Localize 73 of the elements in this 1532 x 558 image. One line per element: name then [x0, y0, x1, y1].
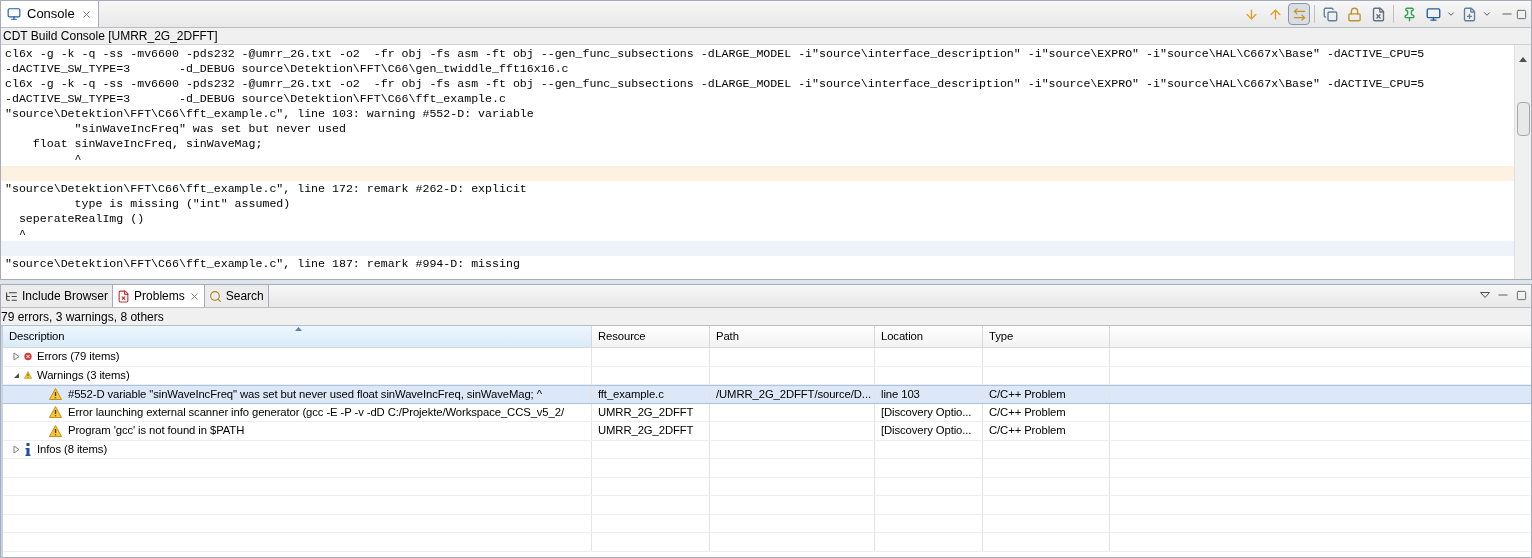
pages-icon: [1322, 6, 1338, 22]
expand-arrow-icon[interactable]: [13, 444, 20, 454]
problem-description: Error launching external scanner info generator (gcc -E -P -v -dD C:/Projekte/Workspace_CCS_v5_2/: [68, 404, 564, 420]
table-cell-text: [Discovery Optio...: [881, 404, 972, 420]
problem-description: #552-D variable "sinWaveIncFreq" was set but never used float sinWaveIncFreq, sinWaveMag; ^: [68, 386, 542, 402]
column-header[interactable]: Resource: [592, 326, 710, 347]
expand-arrow-icon[interactable]: [13, 352, 20, 362]
collapse-arrow-icon[interactable]: [13, 371, 20, 379]
table-cell-text: /UMRR_2G_2DFFT/source/D...: [716, 386, 871, 402]
scroll-up-icon[interactable]: [1519, 57, 1527, 62]
table-cell-text: C/C++ Problem: [989, 423, 1066, 439]
dropdown-caret-icon[interactable]: [1446, 9, 1456, 19]
table-cell-text: C/C++ Problem: [989, 386, 1066, 402]
close-icon[interactable]: [188, 290, 200, 302]
info-icon: [25, 442, 31, 456]
close-icon[interactable]: [80, 8, 92, 20]
column-header[interactable]: Type: [983, 326, 1110, 347]
file-x-icon: [1370, 6, 1386, 22]
console-line: ^: [73, 151, 83, 166]
dropdown-caret-icon[interactable]: [1482, 9, 1492, 19]
warning-icon: [49, 388, 62, 401]
console-line: -dACTIVE_SW_TYPE=3 -d_DEBUG source\Detektion\FFT\C66\fft_example.c: [4, 91, 507, 106]
console-tab[interactable]: Console: [1, 1, 99, 27]
table-cell-text: line 103: [881, 386, 920, 402]
console-line: cl6x -g -k -q -ss -mv6600 -pds232 -@umrr_2G.txt -o2 -fr obj -fs asm -ft obj --gen_func_subsections -dLARGE_MODEL -i"source\interface_description" -i"source\EXPRO" -i"source\HAL\C667x\Base" -dACTIVE_CPU=5: [4, 46, 1426, 61]
table-cell-text: UMRR_2G_2DFFT: [598, 404, 694, 420]
search-icon: [208, 289, 222, 303]
console-line: cl6x -g -k -q -ss -mv6600 -pds232 -@umrr_2G.txt -o2 -fr obj -fs asm -ft obj --gen_func_subsections -dLARGE_MODEL -i"source\interface_description" -i"source\EXPRO" -i"source\HAL\C667x\Base" -dACTIVE_CPU=5: [4, 76, 1426, 91]
arrows-icon: [1291, 6, 1307, 22]
view-tab[interactable]: Problems: [113, 285, 205, 307]
table-row[interactable]: Error launching external scanner info generator (gcc -E -P -v -dD C:/Projekte/Workspace_CCS_v5_2/ UMRR_2G_2DFFT [Discovery Optio... C/C++ Problem: [3, 403, 1531, 422]
warning-icon: [49, 424, 62, 437]
column-header[interactable]: Path: [710, 326, 875, 347]
table-row[interactable]: #552-D variable "sinWaveIncFreq" was set but never used float sinWaveIncFreq, sinWaveMag; ^ fft_example.c /UMRR_2G_2DFFT/source/D... line 103 C/C++ Problem: [3, 385, 1531, 404]
table-cell-text: UMRR_2G_2DFFT: [598, 423, 694, 439]
view-tab[interactable]: Search: [204, 285, 269, 307]
group-label: Warnings (3 items): [37, 367, 130, 383]
table-cell-text: fft_example.c: [598, 386, 664, 402]
group-label: Errors (79 items): [37, 349, 120, 365]
pin-icon: [1401, 6, 1417, 22]
console-line: seperateRealImg (): [17, 211, 146, 226]
console-title: CDT Build Console [UMRR_2G_2DFFT]: [3, 28, 218, 45]
scrollbar-thumb[interactable]: [1516, 102, 1530, 136]
warning-icon: [49, 406, 62, 419]
problems-summary: 79 errors, 3 warnings, 8 others: [1, 308, 164, 326]
console-line: "source\Detektion\FFT\C66\fft_example.c", line 172: remark #262-D: explicit: [4, 181, 528, 196]
list-icon: [5, 289, 18, 303]
view-tab[interactable]: Include Browser: [1, 285, 114, 307]
column-header[interactable]: Description: [3, 326, 592, 347]
column-header[interactable]: Location: [875, 326, 983, 347]
lock-icon: [1346, 6, 1362, 22]
console-line: ^: [17, 226, 27, 241]
table-cell-text: C/C++ Problem: [989, 404, 1066, 420]
table-row[interactable]: Infos (8 items): [3, 440, 1531, 459]
problem-description: Program 'gcc' is not found in $PATH: [68, 423, 245, 439]
file-plus-icon: [1461, 6, 1477, 22]
console-line: type is missing ("int" assumed): [73, 196, 292, 211]
view-menu-icon[interactable]: [1480, 292, 1490, 298]
console-line: "source\Detektion\FFT\C66\fft_example.c", line 103: warning #552-D: variable: [4, 106, 535, 121]
console-line: "source\Detektion\FFT\C66\fft_example.c", line 187: remark #994-D: missing: [4, 256, 521, 271]
table-cell-text: [Discovery Optio...: [881, 423, 972, 439]
maximize-icon[interactable]: [1516, 8, 1527, 20]
console-line: -dACTIVE_SW_TYPE=3 -d_DEBUG source\Detektion\FFT\C66\gen_twiddle_fft16x16.c: [4, 61, 570, 76]
group-label: Infos (8 items): [37, 441, 108, 457]
maximize-icon[interactable]: [1516, 289, 1527, 301]
table-row[interactable]: Program 'gcc' is not found in $PATH UMRR_2G_2DFFT [Discovery Optio... C/C++ Problem: [3, 422, 1531, 441]
console-line: "sinWaveIncFreq" was set but never used: [73, 121, 347, 136]
table-row[interactable]: Errors (79 items): [3, 348, 1531, 367]
monitor-icon: [1425, 6, 1441, 22]
warning-icon: [24, 369, 32, 382]
console-line: float sinWaveIncFreq, sinWaveMag;: [31, 136, 264, 151]
monitor-icon: [7, 7, 21, 21]
problems-icon: [117, 289, 131, 303]
